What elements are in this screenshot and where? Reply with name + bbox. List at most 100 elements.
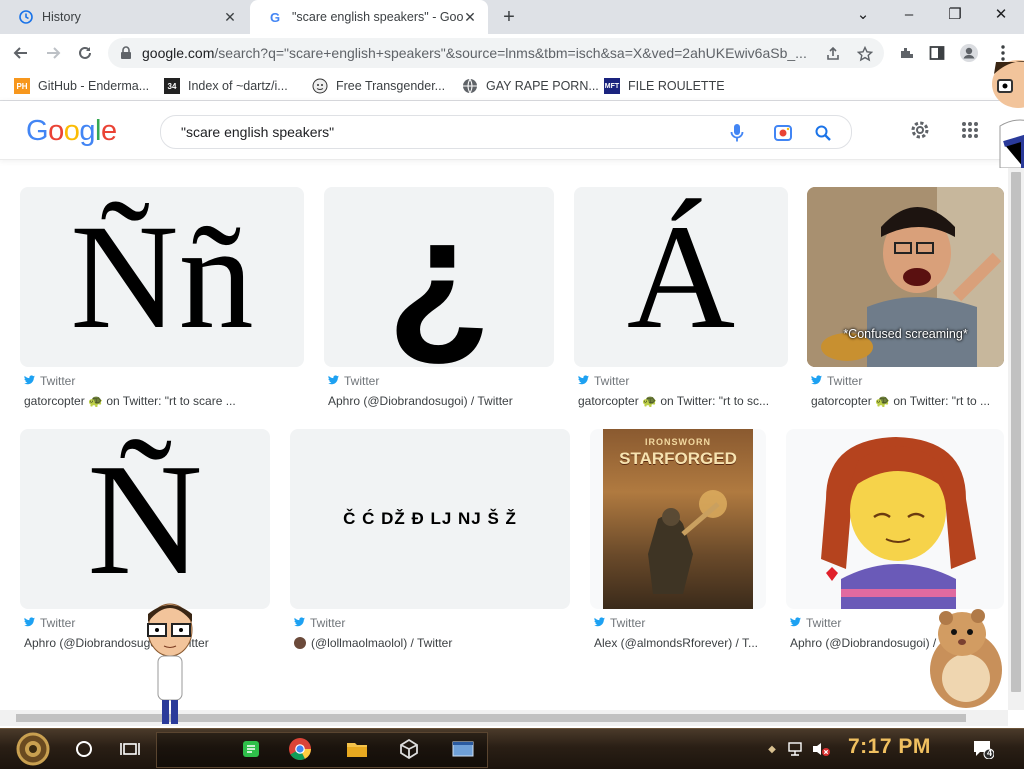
- settings-gear-icon[interactable]: [908, 118, 932, 142]
- task-view-icon[interactable]: [116, 729, 144, 769]
- google-logo[interactable]: Google: [26, 115, 117, 148]
- microphone-icon[interactable]: [727, 123, 747, 143]
- restore-button[interactable]: ❐: [940, 4, 970, 26]
- image-result[interactable]: Ññ Twitter gatorcopter 🐢 on Twitter: "rt…: [20, 187, 304, 437]
- search-input[interactable]: "scare english speakers": [160, 115, 852, 149]
- google-header: Google "scare english speakers": [0, 101, 1024, 160]
- logo-letter: o: [48, 115, 64, 147]
- result-source[interactable]: Twitter: [24, 374, 75, 388]
- bookmark-file-roulette[interactable]: MFT FILE ROULETTE: [604, 77, 725, 95]
- cartoon-buddy-top-right[interactable]: [986, 56, 1024, 169]
- unity-icon[interactable]: [394, 729, 424, 769]
- svg-text:G: G: [270, 10, 280, 25]
- profile-avatar-icon[interactable]: [958, 42, 980, 64]
- lock-icon: [120, 46, 132, 63]
- user-avatar-icon: [294, 637, 306, 649]
- result-caption[interactable]: Aphro (@Diobrandosugoi) / Twitter: [328, 394, 554, 408]
- result-source[interactable]: Twitter: [594, 616, 645, 630]
- result-caption[interactable]: gatorcopter 🐢 on Twitter: "rt to scare .…: [24, 394, 300, 408]
- result-glyph: Ñ: [87, 430, 203, 608]
- bookmark-label: FILE ROULETTE: [628, 79, 725, 93]
- chrome-icon[interactable]: [284, 729, 316, 769]
- result-thumbnail[interactable]: ¿: [324, 187, 554, 367]
- new-tab-button[interactable]: +: [498, 6, 520, 28]
- window-app-icon[interactable]: [448, 729, 478, 769]
- result-thumbnail[interactable]: IRONSWORN STARFORGED: [590, 429, 766, 609]
- address-bar[interactable]: google.com/search?q="scare+english+speak…: [108, 38, 884, 68]
- scrollbar-thumb[interactable]: [1011, 172, 1021, 692]
- tab-google-search[interactable]: G "scare english speakers" - Google ✕: [250, 0, 488, 34]
- notes-app-icon[interactable]: [236, 729, 266, 769]
- tab-title: "scare english speakers" - Google: [292, 10, 464, 24]
- share-icon[interactable]: [824, 45, 842, 63]
- google-favicon-icon: G: [268, 9, 284, 25]
- back-arrow-icon[interactable]: [10, 42, 32, 64]
- caption-text: (@lollmaolmaolol) / Twitter: [311, 636, 453, 650]
- anime-character-image: [821, 437, 976, 609]
- numbered-icon: 34: [164, 78, 180, 94]
- image-result[interactable]: *Confused screaming* Twitter gatorcopter…: [807, 187, 1004, 437]
- result-thumbnail[interactable]: Ñ: [20, 429, 270, 609]
- logo-letter: o: [63, 115, 80, 147]
- bookmark-index-dartz[interactable]: 34 Index of ~dartz/i...: [164, 77, 288, 95]
- search-query: "scare english speakers": [181, 124, 335, 140]
- mft-icon: MFT: [604, 78, 620, 94]
- tab-search-chevron-icon[interactable]: ⌄: [848, 4, 878, 26]
- result-source[interactable]: Twitter: [294, 616, 345, 630]
- avatar-icon: [312, 78, 328, 94]
- result-caption[interactable]: (@lollmaolmaolol) / Twitter: [294, 636, 570, 650]
- cover-title: STARFORGED: [619, 449, 737, 468]
- extensions-puzzle-icon[interactable]: [896, 42, 918, 64]
- action-center-icon[interactable]: 4: [968, 729, 998, 769]
- source-label: Twitter: [344, 374, 380, 388]
- close-tab-icon[interactable]: ✕: [462, 9, 478, 25]
- result-thumbnail[interactable]: *Confused screaming*: [807, 187, 1004, 367]
- source-label: Twitter: [310, 616, 346, 630]
- file-explorer-icon[interactable]: [342, 729, 372, 769]
- apps-grid-icon[interactable]: [958, 118, 982, 142]
- result-thumbnail[interactable]: Á: [574, 187, 788, 367]
- source-label: Twitter: [40, 374, 76, 388]
- image-result[interactable]: ¿ Twitter Aphro (@Diobrandosugoi) / Twit…: [324, 187, 554, 437]
- bookmarks-bar: PH GitHub - Enderma... 34 Index of ~dart…: [0, 72, 1024, 101]
- twitter-bird-icon: [294, 616, 305, 630]
- image-result[interactable]: Á Twitter gatorcopter 🐢 on Twitter: "rt …: [574, 187, 788, 437]
- clock-time[interactable]: 7:17 PM: [848, 735, 931, 759]
- result-source[interactable]: Twitter: [811, 374, 862, 388]
- cartoon-buddy-bottom-left[interactable]: [142, 600, 198, 726]
- result-source[interactable]: Twitter: [24, 616, 75, 630]
- image-result[interactable]: Č Ć DŽ Đ LJ NJ Š Ž Twitter (@lollmaolmao…: [290, 429, 570, 679]
- minimize-button[interactable]: –: [894, 4, 924, 26]
- bookmark-star-icon[interactable]: [856, 45, 874, 63]
- hamster-buddy[interactable]: [918, 604, 1008, 710]
- bookmark-globe-site[interactable]: GAY RAPE PORN...: [462, 77, 599, 95]
- result-caption[interactable]: Alex (@almondsRforever) / T...: [594, 636, 766, 650]
- bookmark-github[interactable]: PH GitHub - Enderma...: [14, 77, 149, 95]
- vertical-scrollbar[interactable]: [1008, 160, 1024, 710]
- tab-history[interactable]: History ✕: [0, 0, 248, 34]
- search-icon[interactable]: [813, 123, 833, 143]
- result-source[interactable]: Twitter: [578, 374, 629, 388]
- reload-icon[interactable]: [74, 42, 96, 64]
- ph-icon: PH: [14, 78, 30, 94]
- volume-muted-icon[interactable]: [810, 729, 832, 769]
- result-thumbnail[interactable]: [786, 429, 1004, 609]
- result-source[interactable]: Twitter: [328, 374, 379, 388]
- network-icon[interactable]: [786, 729, 806, 769]
- google-lens-icon[interactable]: [773, 123, 793, 143]
- result-thumbnail[interactable]: Ññ: [20, 187, 304, 367]
- result-caption[interactable]: gatorcopter 🐢 on Twitter: "rt to ...: [811, 394, 1004, 408]
- result-caption[interactable]: gatorcopter 🐢 on Twitter: "rt to sc...: [578, 394, 784, 408]
- start-button[interactable]: [6, 729, 60, 769]
- side-panel-icon[interactable]: [926, 42, 948, 64]
- bookmark-free-transgender[interactable]: Free Transgender...: [312, 77, 445, 95]
- close-window-button[interactable]: ✕: [986, 4, 1016, 26]
- image-result[interactable]: IRONSWORN STARFORGED Twitter Alex (@almo…: [590, 429, 766, 679]
- show-hidden-icons-chevron[interactable]: ◆: [764, 729, 780, 769]
- close-tab-icon[interactable]: ✕: [222, 9, 238, 25]
- source-label: Twitter: [610, 616, 646, 630]
- result-thumbnail[interactable]: Č Ć DŽ Đ LJ NJ Š Ž: [290, 429, 570, 609]
- result-source[interactable]: Twitter: [790, 616, 841, 630]
- cortana-search-icon[interactable]: [70, 729, 98, 769]
- forward-arrow-icon[interactable]: [42, 42, 64, 64]
